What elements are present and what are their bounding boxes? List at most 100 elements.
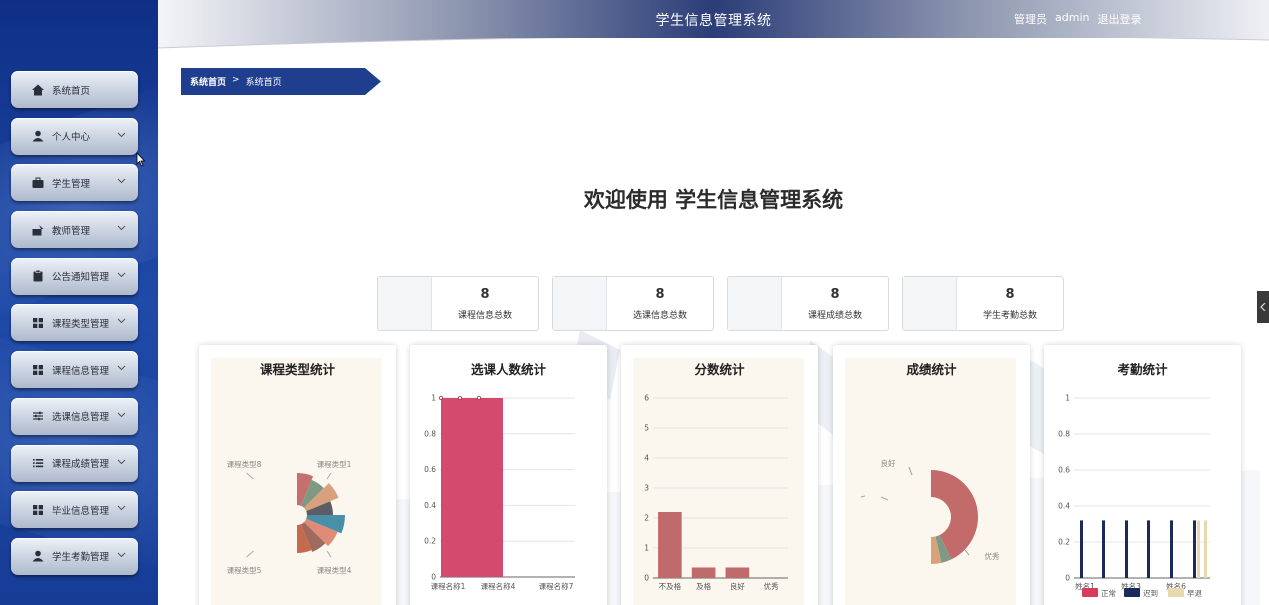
- y-tick-label: 0.8: [1058, 430, 1070, 439]
- sidebar-item-3[interactable]: 教师管理: [11, 211, 138, 249]
- bar: [725, 567, 750, 578]
- chevron-left-icon: [1260, 303, 1266, 311]
- sidebar-item-7[interactable]: 选课信息管理: [11, 397, 138, 435]
- chevron-down-icon: [116, 363, 126, 373]
- chart-title: 选课人数统计: [470, 362, 546, 377]
- welcome-heading: 欢迎使用 学生信息管理系统: [583, 188, 844, 212]
- sidebar-item-0[interactable]: 系统首页: [11, 71, 138, 108]
- grid-icon: [31, 316, 45, 330]
- chart-title: 考勤统计: [1117, 362, 1168, 377]
- list-icon: [31, 456, 45, 470]
- chart-title: 课程类型统计: [259, 362, 335, 377]
- y-tick-label: 4: [644, 454, 649, 463]
- sidebar-item-4[interactable]: 公告通知管理: [11, 257, 138, 295]
- sidebar-item-10[interactable]: 学生考勤管理: [11, 537, 138, 575]
- sidebar-item-9[interactable]: 毕业信息管理: [11, 491, 138, 529]
- stat-icon-area: [728, 277, 782, 330]
- pie-label: 良好: [881, 458, 896, 468]
- x-tick-label: 课程名称4: [481, 581, 516, 591]
- chart-card-course-type: 课程类型1 课程类型4 课程类型5 课程类型8 课程类型统计: [199, 345, 396, 605]
- line-point: [458, 396, 463, 401]
- chevron-down-icon: [116, 410, 126, 420]
- score-bar-chart: 0 1 2 3 4 5 6 不及格 及格 良好 优秀: [633, 358, 804, 605]
- stat-card-attendance[interactable]: 8 学生考勤总数: [902, 276, 1064, 331]
- chart-card-score: 0 1 2 3 4 5 6 不及格 及格 良好 优秀 分数统计: [621, 345, 818, 605]
- chevron-down-icon: [116, 223, 126, 233]
- legend-label: 正常: [1101, 589, 1116, 598]
- chevron-down-icon: [116, 550, 126, 560]
- collapse-tab[interactable]: [1257, 291, 1269, 323]
- header-curve: [158, 38, 1269, 62]
- sidebar-item-2[interactable]: 学生管理: [11, 164, 138, 202]
- bar: [1204, 520, 1207, 578]
- legend-swatch: [1168, 588, 1184, 597]
- logout-link[interactable]: 退出登录: [1097, 11, 1141, 27]
- stat-card-course-selection[interactable]: 8 选课信息总数: [552, 276, 714, 331]
- line-point: [477, 396, 482, 401]
- sidebar-menu: 系统首页个人中心学生管理教师管理公告通知管理 课程类型管理课程信息管理选课信息管理…: [11, 71, 138, 585]
- x-tick-label: 良好: [730, 581, 745, 591]
- selection-count-bar-chart: 0 0.2 0.4 0.6 0.8 1 课程名称1 课程名称4 课程名称7: [424, 394, 575, 591]
- stat-icon-area: [378, 277, 432, 330]
- sidebar-item-5[interactable]: 课程类型管理: [11, 304, 138, 342]
- bar: [658, 512, 682, 578]
- sidebar-item-label: 课程类型管理: [52, 318, 110, 330]
- stat-value: 8: [830, 286, 840, 302]
- chart-card-grade: 良好 优秀 成绩统计: [833, 345, 1030, 605]
- sidebar-item-label: 个人中心: [52, 132, 91, 144]
- bar: [441, 398, 503, 577]
- clipboard-icon: [31, 269, 45, 283]
- chevron-down-icon: [116, 130, 126, 140]
- y-tick-label: 0.6: [424, 465, 436, 474]
- pie-label: 课程类型8: [227, 459, 262, 469]
- y-tick-label: 0.6: [1058, 466, 1070, 475]
- chevron-down-icon: [116, 270, 126, 280]
- chart-background: [845, 358, 1016, 605]
- stat-card-course-info[interactable]: 8 课程信息总数: [377, 276, 539, 331]
- legend-swatch: [1082, 588, 1098, 597]
- user-role: 管理员: [1014, 13, 1047, 26]
- stat-value: 8: [480, 286, 490, 302]
- course-type-pie-chart: 课程类型1 课程类型4 课程类型5 课程类型8: [211, 358, 382, 605]
- y-tick-label: 0: [431, 573, 436, 582]
- bar: [1125, 520, 1128, 578]
- sidebar-item-label: 公告通知管理: [52, 272, 110, 284]
- sidebar-item-6[interactable]: 课程信息管理: [11, 351, 138, 389]
- grid-icon: [31, 363, 45, 377]
- bar: [1197, 520, 1200, 578]
- bar: [691, 567, 716, 578]
- sidebar-item-1[interactable]: 个人中心: [11, 117, 138, 155]
- y-tick-label: 0: [1065, 574, 1070, 583]
- stat-card-course-scores[interactable]: 8 课程成绩总数: [727, 276, 889, 331]
- grid-icon: [31, 503, 45, 517]
- sidebar-item-label: 毕业信息管理: [52, 505, 110, 517]
- stat-label: 学生考勤总数: [982, 310, 1037, 321]
- sidebar-item-label: 课程成绩管理: [52, 459, 110, 470]
- sidebar-item-label: 选课信息管理: [52, 412, 110, 424]
- sidebar-item-label: 学生管理: [52, 178, 91, 190]
- sidebar-item-8[interactable]: 课程成绩管理: [11, 444, 138, 482]
- breadcrumb-separator: >: [232, 75, 240, 85]
- sidebar-item-label: 教师管理: [52, 225, 91, 237]
- y-tick-label: 1: [644, 544, 649, 553]
- y-tick-label: 1: [1065, 394, 1070, 403]
- y-tick-label: 0.4: [424, 501, 436, 510]
- stat-label: 选课信息总数: [632, 310, 687, 321]
- chevron-down-icon: [116, 176, 126, 186]
- breadcrumb-root[interactable]: 系统首页: [190, 75, 226, 88]
- user-icon: [31, 129, 45, 143]
- grade-pie-chart: 良好优秀: [845, 358, 1016, 605]
- chevron-down-icon: [116, 457, 126, 467]
- home-icon: [31, 83, 45, 97]
- legend-label: 迟到: [1143, 589, 1158, 598]
- breadcrumb: 系统首页 > 系统首页: [181, 68, 381, 95]
- y-tick-label: 0: [644, 574, 649, 583]
- breadcrumb-current: 系统首页: [245, 78, 282, 88]
- x-tick-label: 课程名称7: [539, 581, 574, 591]
- legend-swatch: [1124, 588, 1140, 597]
- x-tick-label: 不及格: [659, 581, 682, 591]
- stat-icon-area: [903, 277, 957, 330]
- stat-value: 8: [655, 286, 665, 302]
- y-tick-label: 0.2: [1058, 538, 1070, 547]
- briefcase-icon: [31, 176, 45, 190]
